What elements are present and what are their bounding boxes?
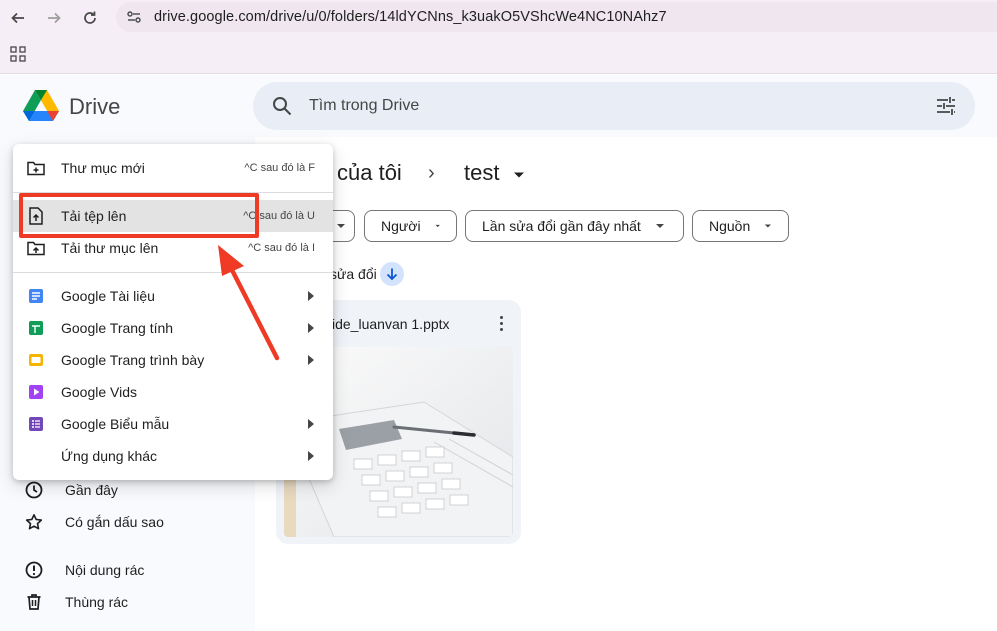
search-icon[interactable] bbox=[271, 95, 293, 117]
new-folder-icon bbox=[26, 158, 46, 178]
arrow-right-icon bbox=[48, 12, 61, 24]
annotation-highlight-box bbox=[19, 193, 259, 238]
sidebar-item-label: Thùng rác bbox=[65, 594, 129, 610]
submenu-arrow-icon bbox=[308, 291, 314, 301]
caret-down-icon bbox=[337, 224, 345, 228]
sidebar-item-spam[interactable]: Nội dung rác bbox=[22, 554, 144, 586]
sort-direction-button[interactable] bbox=[380, 262, 404, 286]
sidebar-item-label: Nội dung rác bbox=[65, 562, 145, 578]
url-text: drive.google.com/drive/u/0/folders/14ldY… bbox=[154, 9, 667, 25]
caret-down-icon bbox=[765, 224, 772, 228]
google-sheets-icon bbox=[26, 318, 46, 338]
google-forms-icon bbox=[26, 414, 46, 434]
filter-chip-modified[interactable]: Lần sửa đổi gần đây nhất bbox=[465, 210, 684, 242]
bookmarks-bar bbox=[0, 36, 997, 74]
folder-upload-icon bbox=[26, 238, 46, 258]
site-settings-icon[interactable] bbox=[120, 3, 148, 31]
sort-label[interactable]: sửa đổi bbox=[330, 266, 377, 282]
back-button[interactable] bbox=[0, 0, 36, 36]
menu-item-google-forms[interactable]: Google Biểu mẫu bbox=[13, 408, 333, 440]
app-name: Drive bbox=[69, 94, 121, 119]
sidebar-item-starred[interactable]: Có gắn dấu sao bbox=[22, 506, 164, 538]
sidebar-item-label: Có gắn dấu sao bbox=[65, 514, 164, 530]
breadcrumb-parent[interactable]: của tôi bbox=[337, 160, 402, 186]
spam-icon bbox=[22, 558, 46, 582]
google-vids-icon bbox=[26, 382, 46, 402]
caret-down-icon bbox=[435, 224, 440, 228]
menu-item-google-vids[interactable]: Google Vids bbox=[13, 376, 333, 408]
search-input[interactable] bbox=[309, 94, 909, 118]
file-name[interactable]: ide_luanvan 1.pptx bbox=[332, 316, 450, 332]
submenu-arrow-icon bbox=[308, 419, 314, 429]
submenu-arrow-icon bbox=[308, 355, 314, 365]
reload-button[interactable] bbox=[72, 0, 108, 36]
google-docs-icon bbox=[26, 286, 46, 306]
arrow-left-icon bbox=[11, 12, 24, 24]
menu-item-new-folder[interactable]: Thư mục mới ^C sau đó là F bbox=[13, 152, 333, 184]
star-icon bbox=[22, 510, 46, 534]
filter-chip-people[interactable]: Người bbox=[364, 210, 457, 242]
arrow-down-icon bbox=[386, 268, 398, 281]
address-bar[interactable]: drive.google.com/drive/u/0/folders/14ldY… bbox=[116, 2, 997, 32]
breadcrumb-current[interactable]: test bbox=[464, 160, 499, 186]
reload-icon bbox=[84, 11, 96, 24]
submenu-arrow-icon bbox=[308, 323, 314, 333]
caret-down-icon bbox=[655, 224, 664, 228]
more-actions-icon[interactable] bbox=[492, 313, 510, 333]
caret-down-icon[interactable] bbox=[512, 168, 526, 182]
forward-button[interactable] bbox=[36, 0, 72, 36]
drive-logo-icon[interactable] bbox=[22, 89, 60, 123]
search-box[interactable] bbox=[253, 82, 975, 130]
filter-chip-source[interactable]: Nguồn bbox=[692, 210, 789, 242]
trash-icon bbox=[22, 590, 46, 614]
search-options-icon[interactable] bbox=[935, 95, 957, 117]
clock-icon bbox=[22, 478, 46, 502]
submenu-arrow-icon bbox=[308, 451, 314, 461]
sidebar-item-label: Gần đây bbox=[65, 482, 118, 498]
annotation-arrow-icon bbox=[218, 245, 280, 361]
menu-item-more-apps[interactable]: Ứng dụng khác bbox=[13, 440, 333, 472]
breadcrumb-separator: › bbox=[428, 162, 435, 184]
apps-grid-icon[interactable] bbox=[10, 46, 26, 62]
sidebar-item-trash[interactable]: Thùng rác bbox=[22, 586, 128, 618]
google-slides-icon bbox=[26, 350, 46, 370]
